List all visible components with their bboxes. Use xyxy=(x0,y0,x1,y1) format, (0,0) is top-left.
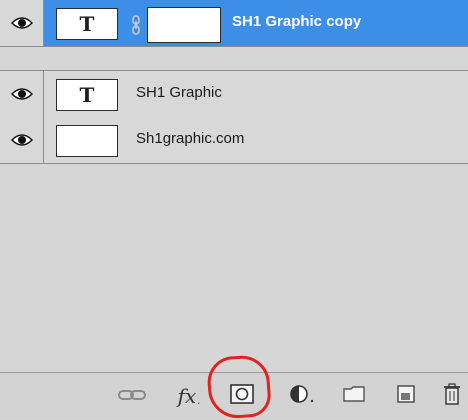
folder-icon xyxy=(343,385,365,407)
chain-link-icon[interactable] xyxy=(130,15,142,35)
text-layer-icon: T xyxy=(79,12,95,36)
text-layer-icon: T xyxy=(79,83,95,107)
layer-row-sh1graphic-com[interactable]: Sh1graphic.com xyxy=(0,117,468,164)
layers-footer-toolbar: fx . xyxy=(0,372,468,419)
layer-name[interactable]: SH1 Graphic copy xyxy=(232,13,361,30)
layer-mask-thumbnail[interactable] xyxy=(147,7,221,43)
delete-layer-button[interactable] xyxy=(436,373,468,419)
layers-list-empty-area xyxy=(0,164,468,374)
dropdown-indicator-icon: . xyxy=(197,395,201,407)
layer-name[interactable]: SH1 Graphic xyxy=(136,84,222,101)
visibility-toggle[interactable] xyxy=(0,117,44,163)
new-group-button[interactable] xyxy=(334,373,374,419)
layer-mask-icon xyxy=(230,384,254,408)
link-layers-button[interactable] xyxy=(112,373,152,419)
new-layer-button[interactable] xyxy=(386,373,426,419)
eye-icon xyxy=(10,87,33,101)
layer-row-sh1-graphic[interactable]: T SH1 Graphic xyxy=(0,70,468,118)
new-adjustment-layer-button[interactable] xyxy=(280,373,324,419)
add-layer-style-button[interactable]: fx . xyxy=(168,373,210,419)
add-layer-mask-button[interactable] xyxy=(222,373,262,419)
layer-name[interactable]: Sh1graphic.com xyxy=(136,130,244,147)
trash-icon xyxy=(443,383,461,409)
visibility-toggle[interactable] xyxy=(0,0,44,46)
layer-row-sh1-graphic-copy[interactable]: T SH1 Graphic copy xyxy=(0,0,468,47)
layer-thumbnail[interactable]: T xyxy=(56,8,118,40)
layer-thumbnail[interactable] xyxy=(56,125,118,157)
layers-panel: T SH1 Graphic copy T SH1 Graphic Sh1grap… xyxy=(0,0,468,420)
eye-icon xyxy=(10,16,33,30)
fx-icon: fx xyxy=(177,384,197,408)
visibility-toggle[interactable] xyxy=(0,71,44,117)
layer-thumbnail[interactable]: T xyxy=(56,79,118,111)
link-icon xyxy=(118,387,146,406)
eye-icon xyxy=(10,133,33,147)
new-layer-icon xyxy=(396,384,416,408)
adjustment-icon xyxy=(289,384,315,408)
